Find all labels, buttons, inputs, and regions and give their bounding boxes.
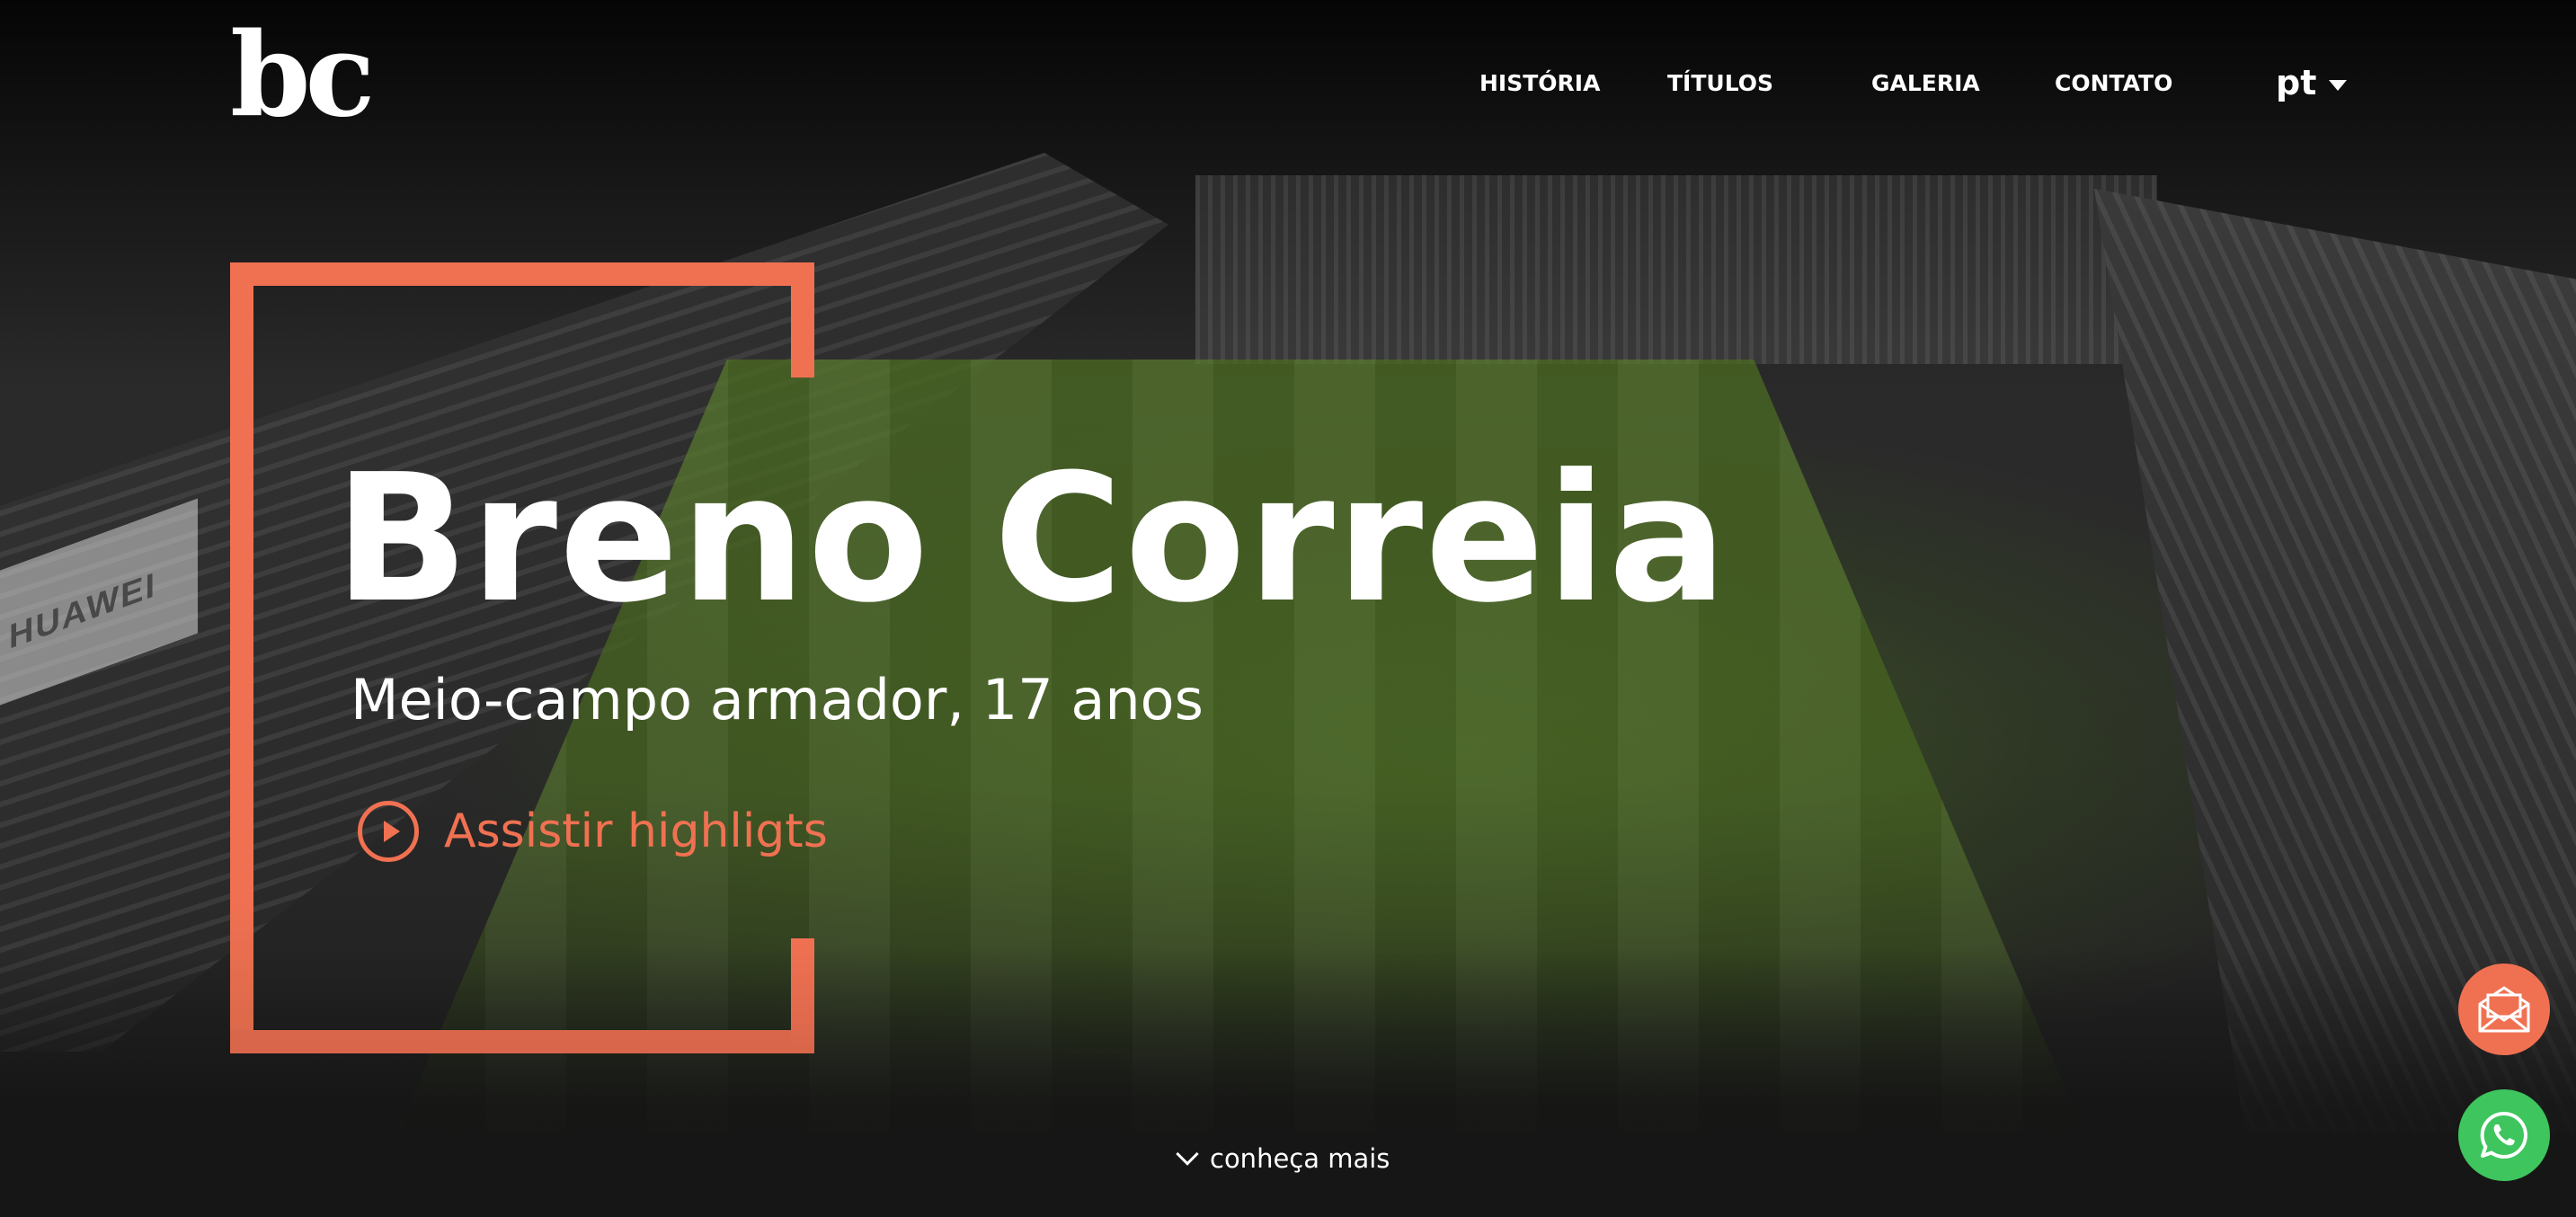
scroll-more-link[interactable]: conheça mais xyxy=(1176,1142,1390,1174)
nav-titulos[interactable]: TÍTULOS xyxy=(1667,70,1773,96)
nav-historia[interactable]: HISTÓRIA xyxy=(1479,70,1600,96)
stadium-stand-top xyxy=(1195,175,2157,364)
player-subtitle: Meio-campo armador, 17 anos xyxy=(351,667,1204,733)
site-header: bc HISTÓRIA TÍTULOS GALERIA CONTATO pt xyxy=(0,0,2576,171)
frame-top xyxy=(230,262,814,286)
ad-board-text: HUAWEI xyxy=(9,565,156,657)
watch-highlights-button[interactable]: Assistir highligts xyxy=(358,801,828,862)
play-icon xyxy=(358,801,419,862)
watch-highlights-label: Assistir highligts xyxy=(444,804,828,858)
scroll-more-label: conheça mais xyxy=(1210,1143,1390,1174)
whatsapp-button[interactable] xyxy=(2458,1089,2550,1181)
frame-left xyxy=(230,262,253,1053)
language-label: pt xyxy=(2276,63,2317,102)
frame-right-bottom xyxy=(791,938,814,1053)
frame-right-top xyxy=(791,262,814,378)
player-name: Breno Correia xyxy=(334,437,1729,642)
logo[interactable]: bc xyxy=(230,18,375,133)
whatsapp-icon xyxy=(2480,1111,2527,1159)
nav-galeria[interactable]: GALERIA xyxy=(1871,70,1980,96)
envelope-open-icon xyxy=(2478,986,2530,1033)
accent-frame xyxy=(230,262,814,1053)
chevron-down-icon xyxy=(1176,1142,1199,1166)
caret-down-icon xyxy=(2329,80,2348,91)
nav-contato[interactable]: CONTATO xyxy=(2055,70,2172,96)
contact-email-button[interactable] xyxy=(2458,964,2550,1055)
language-selector[interactable]: pt xyxy=(2276,63,2348,102)
frame-bottom xyxy=(230,1030,814,1053)
